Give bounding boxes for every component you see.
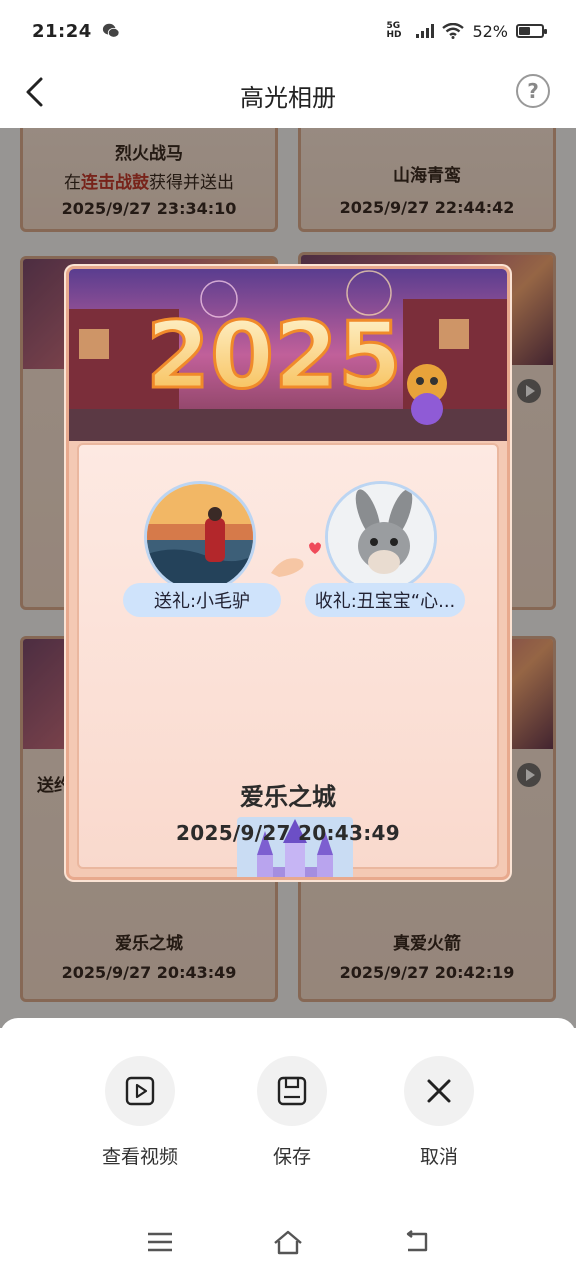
menu-button[interactable] [142,1224,178,1260]
receiver-label: 收礼:丑宝宝“心... [305,583,465,617]
wifi-icon [442,23,465,39]
battery-percent: 52% [472,21,508,41]
finger-heart-icon [271,542,321,577]
watch-video-button[interactable]: 查看视频 [85,1056,195,1169]
video-icon-circle[interactable] [105,1056,175,1126]
status-time: 21:24 [32,20,92,42]
network-type: 5G HD [386,21,402,40]
sender-label: 送礼:小毛驴 [123,583,281,617]
cancel-label: 取消 [419,1146,458,1168]
back-button[interactable] [14,72,54,112]
save-label: 保存 [272,1146,311,1168]
back-nav-button[interactable] [398,1224,434,1260]
watch-video-label: 查看视频 [101,1146,178,1168]
banner-year-text: 2025 [146,302,402,409]
status-bar: 21:24 5G HD 52% [0,0,576,62]
close-icon [427,1079,451,1103]
page-title: 高光相册 [240,83,336,112]
popup-banner: 2025 [69,269,507,441]
battery-icon [516,24,547,38]
signal-icon [416,24,435,38]
wechat-icon [102,23,120,38]
cancel-button[interactable]: 取消 [384,1056,494,1169]
gift-name: 爱乐之城 [240,783,336,811]
save-icon [277,1076,307,1106]
help-icon[interactable]: ? [516,74,550,108]
gift-date: 2025/9/27 20:43:49 [176,821,400,845]
back-arrow-icon [26,77,43,107]
back-icon [406,1230,428,1252]
sender-avatar[interactable] [144,481,256,593]
menu-icon [148,1232,172,1252]
video-icon [125,1076,155,1106]
home-icon [274,1230,302,1255]
popup-body: 送礼:小毛驴 收礼:丑宝宝“心... 爱乐之城 2025/9/27 20:43:… [77,443,499,877]
receiver-avatar[interactable] [325,481,437,593]
home-button[interactable] [270,1224,306,1260]
close-icon-circle[interactable] [404,1056,474,1126]
save-icon-circle[interactable] [257,1056,327,1126]
save-button[interactable]: 保存 [237,1056,347,1169]
app-header: 高光相册 ? [0,62,576,128]
highlight-popup: 2025 送礼:小毛驴 收礼:丑宝宝“心... 爱乐之城 2025/9/27 2… [66,266,510,880]
system-nav-bar [0,1206,576,1280]
